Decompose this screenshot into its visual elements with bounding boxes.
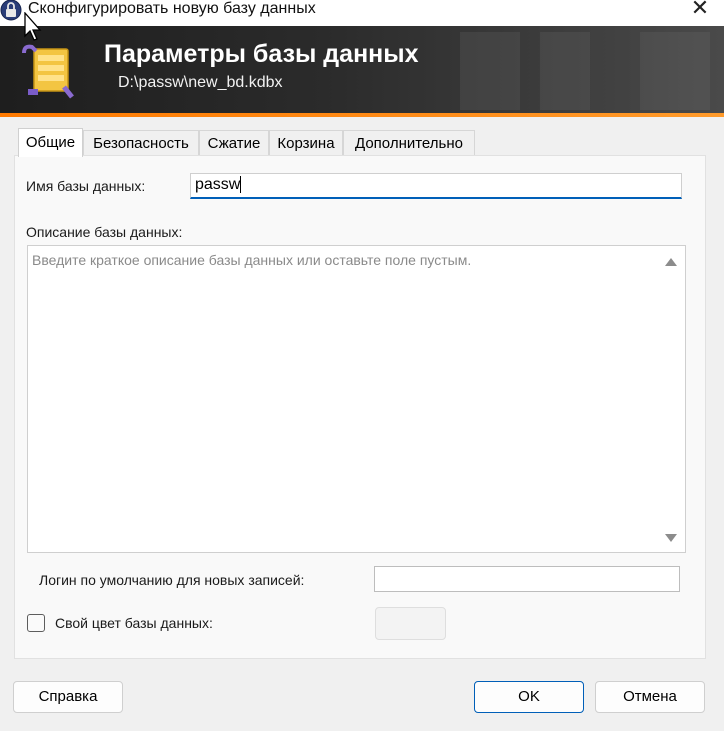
tab-general[interactable]: Общие — [18, 128, 83, 157]
banner-decoration — [540, 32, 590, 110]
general-tab-panel: Имя базы данных: passw Описание базы дан… — [14, 155, 706, 659]
custom-color-checkbox[interactable] — [27, 614, 45, 632]
banner-accent-strip — [0, 113, 724, 117]
close-icon[interactable]: ✕ — [686, 0, 714, 21]
window-title: Сконфигурировать новую базу данных — [28, 0, 316, 17]
default-login-input[interactable] — [374, 566, 680, 592]
tab-compression[interactable]: Сжатие — [199, 130, 269, 155]
scroll-down-arrow-icon[interactable] — [665, 534, 677, 542]
database-settings-icon — [22, 44, 74, 99]
keepass-lock-icon — [0, 0, 22, 21]
default-login-label: Логин по умолчанию для новых записей: — [39, 572, 305, 588]
tab-advanced[interactable]: Дополнительно — [343, 130, 475, 155]
description-textarea[interactable]: Введите краткое описание базы данных или… — [27, 245, 686, 553]
cancel-button[interactable]: Отмена — [595, 681, 705, 713]
db-name-value: passw — [195, 176, 241, 193]
mouse-cursor-icon — [24, 12, 42, 41]
help-button[interactable]: Справка — [13, 681, 123, 713]
description-label: Описание базы данных: — [26, 224, 183, 240]
text-caret — [240, 176, 242, 194]
scroll-up-arrow-icon[interactable] — [665, 258, 677, 266]
title-bar: Сконфигурировать новую базу данных ✕ — [0, 0, 724, 26]
tab-recycle-bin[interactable]: Корзина — [269, 130, 343, 155]
db-name-label: Имя базы данных: — [26, 178, 146, 194]
header-banner: Параметры базы данных D:\passw\new_bd.kd… — [0, 26, 724, 113]
database-path: D:\passw\new_bd.kdbx — [118, 74, 283, 91]
ok-button[interactable]: OK — [474, 681, 584, 713]
custom-color-label: Свой цвет базы данных: — [55, 615, 213, 631]
description-placeholder: Введите краткое описание базы данных или… — [32, 252, 472, 268]
banner-decoration — [460, 32, 520, 110]
color-picker-button[interactable] — [375, 607, 446, 640]
banner-decoration — [640, 32, 710, 110]
tab-security[interactable]: Безопасность — [83, 130, 199, 155]
banner-title: Параметры базы данных — [104, 40, 419, 68]
db-name-input[interactable]: passw — [190, 173, 682, 199]
